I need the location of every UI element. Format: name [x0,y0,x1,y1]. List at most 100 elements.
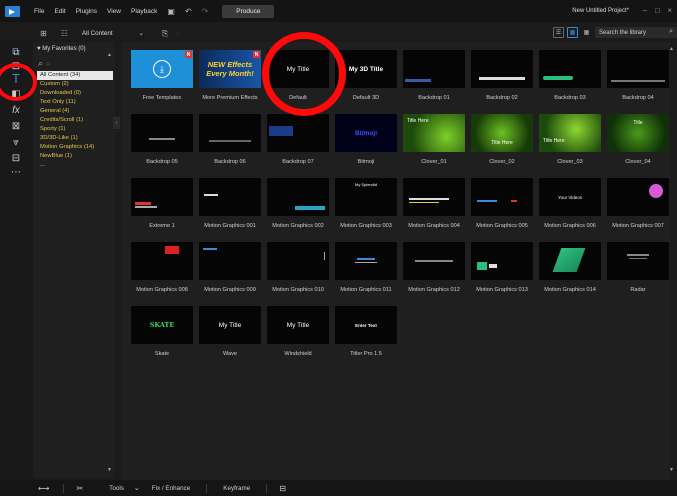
minimize-icon[interactable]: – [643,6,647,15]
keyframe-button[interactable]: Keyframe [223,485,250,492]
chapter-room-icon[interactable]: ⊟ [10,152,22,164]
tile-motion-graphics-007[interactable]: Motion Graphics 007 [607,178,669,229]
collapse-sidebar-icon[interactable]: ‹ [113,117,120,129]
undo-icon[interactable]: ↶ [185,7,192,16]
close-icon[interactable]: × [667,6,672,15]
grid-menu-icon[interactable]: ☷ [61,29,68,38]
tile-caption: Motion Graphics 001 [204,223,256,229]
maximize-icon[interactable]: □ [655,6,660,15]
produce-button[interactable]: Produce [222,4,275,18]
tile-backdrop-02[interactable]: Backdrop 02 [471,50,533,101]
tile-motion-graphics-006[interactable]: Your Videos Motion Graphics 006 [539,178,601,229]
content-scroll-down-icon[interactable]: ▼ [669,467,674,473]
tile-thumbnail [607,50,669,88]
fix-enhance-button[interactable]: Fix / Enhance [152,485,191,492]
tile-motion-graphics-011[interactable]: Motion Graphics 011 [335,242,397,293]
tile-motion-graphics-013[interactable]: Motion Graphics 013 [471,242,533,293]
tile-backdrop-03[interactable]: Backdrop 03 [539,50,601,101]
thumb-text: Title Here [407,118,429,124]
tile-thumbnail [131,178,193,216]
tile-caption: Motion Graphics 008 [136,287,188,293]
refresh-icon[interactable]: ◌ [176,29,181,38]
menu-file[interactable]: File [34,8,44,15]
fit-timeline-icon[interactable]: ⟷ [38,484,49,493]
tile-extreme-1[interactable]: Extreme 1 [131,178,193,229]
audio-mixing-icon[interactable]: ⩔ [10,136,22,148]
tile-motion-graphics-003[interactable]: My Splendid Motion Graphics 003 [335,178,397,229]
tile-motion-graphics-009[interactable]: Motion Graphics 009 [199,242,261,293]
menu-playback[interactable]: Playback [131,8,157,15]
tile-caption: Default 3D [352,95,380,101]
tile-motion-graphics-008[interactable]: Motion Graphics 008 [131,242,193,293]
tile-clover-01[interactable]: Title Here Clover_01 [403,114,465,165]
search-input[interactable]: Search the library ⌕ [595,27,677,38]
sidebar-scroll-up-icon[interactable]: ▲ [107,52,112,58]
tile-bitmoji[interactable]: Bitmoji Bitmoji [335,114,397,165]
category-custom[interactable]: Custom (2) [37,80,113,89]
tile-backdrop-06[interactable]: Backdrop 06 [199,114,261,165]
content-filter-label: All Content [81,30,113,37]
tile-motion-graphics-010[interactable]: Motion Graphics 010 [267,242,329,293]
category-credits-scroll[interactable]: Credits/Scroll (1) [37,116,113,125]
redo-icon[interactable]: ↷ [202,7,209,16]
subtitle-icon[interactable]: ⊟ [279,484,286,493]
particle-room-icon[interactable]: ⊠ [10,120,22,132]
more-rooms-icon[interactable]: ⋯ [10,166,22,178]
import-icon[interactable]: ⊞ [40,29,47,38]
tile-motion-graphics-001[interactable]: Motion Graphics 001 [199,178,261,229]
tile-backdrop-04[interactable]: Backdrop 04 [607,50,669,101]
tile-titler-pro[interactable]: Enter Text Titler Pro 1.5 [335,306,397,357]
tile-motion-graphics-002[interactable]: Motion Graphics 002 [267,178,329,229]
tools-menu[interactable]: Tools [109,485,124,492]
large-grid-view-icon[interactable]: ▦ [581,27,592,38]
tile-free-templates[interactable]: ⤓ N Free Templates [131,50,193,101]
tile-windshield[interactable]: My Title Windshield [267,306,329,357]
tile-backdrop-07[interactable]: Backdrop 07 [267,114,329,165]
tile-thumbnail [131,114,193,152]
category-sporty[interactable]: Sporty (1) [37,125,113,134]
tile-more-premium-effects[interactable]: NEW Effects Every Month! N More Premium … [199,50,261,101]
tile-motion-graphics-005[interactable]: Motion Graphics 005 [471,178,533,229]
tile-motion-graphics-012[interactable]: Motion Graphics 012 [403,242,465,293]
tile-motion-graphics-014[interactable]: Motion Graphics 014 [539,242,601,293]
list-view-icon[interactable]: ☰ [553,27,564,38]
menu-edit[interactable]: Edit [54,8,65,15]
tile-motion-graphics-004[interactable]: Motion Graphics 004 [403,178,465,229]
category-3d[interactable]: 3D/3D-Like (1) [37,134,113,143]
tile-wave[interactable]: My Title Wave [199,306,261,357]
tile-backdrop-01[interactable]: Backdrop 01 [403,50,465,101]
category-all-content[interactable]: All Content (34) [37,71,113,80]
category-more[interactable]: ... [37,161,113,170]
chevron-down-icon[interactable]: ⌄ [134,484,140,492]
menu-view[interactable]: View [107,8,121,15]
content-filter-dropdown[interactable]: All Content ⌄ [80,28,146,39]
tile-clover-02[interactable]: Title Here Clover_02 [471,114,533,165]
tile-thumbnail: My Splendid [335,178,397,216]
remove-tag-icon[interactable]: ⌕ [46,58,51,68]
grid-view-icon[interactable]: ▦ [567,27,578,38]
tile-radar[interactable]: Radar [607,242,669,293]
tile-clover-03[interactable]: Title Here Clover_03 [539,114,601,165]
transition-room-icon[interactable]: fx [10,104,22,116]
thumb-text: Title Here [543,138,565,144]
category-newblue[interactable]: NewBlue (1) [37,152,113,161]
split-icon[interactable]: ✂ [76,484,83,493]
content-scroll-up-icon[interactable]: ▲ [669,46,674,52]
category-motion-graphics[interactable]: Motion Graphics (14) [37,143,113,152]
category-downloaded[interactable]: Downloaded (0) [37,89,113,98]
tile-thumbnail [607,242,669,280]
tile-backdrop-05[interactable]: Backdrop 05 [131,114,193,165]
menu-plugins[interactable]: Plugins [76,8,97,15]
save-icon[interactable]: ▣ [167,7,175,16]
tile-clover-04[interactable]: Title Clover_04 [607,114,669,165]
sidebar-scroll-down-icon[interactable]: ▼ [107,467,112,473]
create-title-icon[interactable]: ⎘ [162,29,168,39]
category-text-only[interactable]: Text Only (11) [37,98,113,107]
category-general[interactable]: General (4) [37,107,113,116]
media-room-icon[interactable]: ⧉ [10,46,22,58]
add-tag-icon[interactable]: ⌕ [38,58,43,68]
tile-caption: Motion Graphics 005 [476,223,528,229]
favorites-item[interactable]: ♥ My Favorites (0) [37,46,86,52]
tile-skate[interactable]: SKATE Skate [131,306,193,357]
search-icon[interactable]: ⌕ [669,28,673,36]
